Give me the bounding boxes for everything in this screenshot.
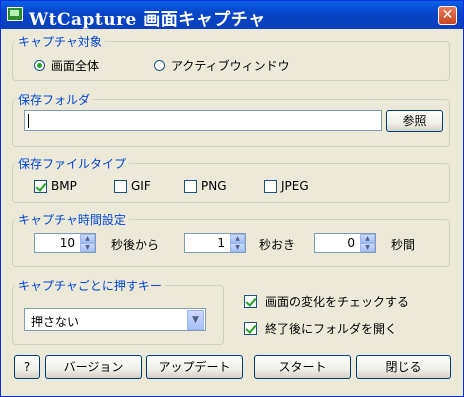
gif-checkbox[interactable]: GIF bbox=[114, 179, 151, 193]
delay-label: 秒後から bbox=[111, 238, 160, 252]
window-title: WtCapture 画面キャプチャ bbox=[29, 10, 266, 30]
title-bar[interactable]: WtCapture 画面キャプチャ ✕ bbox=[1, 1, 463, 30]
delay-spinner[interactable]: 10 ▲ ▼ bbox=[34, 233, 96, 253]
start-button[interactable]: スタート bbox=[254, 355, 351, 379]
spin-up-icon[interactable]: ▲ bbox=[360, 234, 375, 243]
duration-spinner[interactable]: 0 ▲ ▼ bbox=[314, 233, 376, 253]
radio-selected-icon bbox=[34, 60, 45, 71]
fullscreen-radio[interactable]: 画面全体 bbox=[34, 57, 99, 74]
active-window-label: アクティブウィンドウ bbox=[171, 59, 290, 73]
spin-up-icon[interactable]: ▲ bbox=[80, 234, 95, 243]
file-type-group: 保存ファイルタイプ bbox=[12, 155, 450, 203]
radio-unselected-icon bbox=[154, 60, 165, 71]
app-icon bbox=[7, 7, 23, 21]
checkbox-unchecked-icon bbox=[264, 179, 277, 193]
version-button[interactable]: バージョン bbox=[45, 355, 142, 379]
spin-down-icon[interactable]: ▼ bbox=[230, 243, 245, 252]
help-button[interactable]: ? bbox=[14, 355, 40, 379]
spin-down-icon[interactable]: ▼ bbox=[360, 243, 375, 252]
checkbox-unchecked-icon bbox=[184, 179, 197, 193]
check-changes-checkbox[interactable]: 画面の変化をチェックする bbox=[244, 293, 409, 310]
save-folder-legend: 保存フォルダ bbox=[18, 93, 91, 107]
duration-label: 秒間 bbox=[391, 238, 416, 252]
capture-key-value: 押さない bbox=[31, 315, 80, 329]
capture-key-legend: キャプチャごとに押すキー bbox=[18, 279, 162, 293]
active-window-radio[interactable]: アクティブウィンドウ bbox=[154, 57, 290, 74]
folder-path-input[interactable] bbox=[24, 110, 382, 131]
interval-label: 秒おき bbox=[259, 238, 296, 252]
chevron-down-icon[interactable]: ▼ bbox=[187, 310, 204, 330]
close-button[interactable]: 閉じる bbox=[356, 355, 451, 379]
close-window-button[interactable]: ✕ bbox=[438, 6, 457, 25]
interval-spinner[interactable]: 1 ▲ ▼ bbox=[184, 233, 246, 253]
checkbox-unchecked-icon bbox=[114, 179, 127, 193]
main-window: WtCapture 画面キャプチャ ✕ キャプチャ対象 画面全体 アクティブウィ… bbox=[0, 0, 464, 397]
jpeg-checkbox[interactable]: JPEG bbox=[264, 179, 309, 193]
open-folder-label: 終了後にフォルダを開く bbox=[265, 322, 398, 336]
checkbox-checked-icon bbox=[34, 179, 47, 193]
file-type-legend: 保存ファイルタイプ bbox=[18, 157, 127, 171]
open-folder-checkbox[interactable]: 終了後にフォルダを開く bbox=[244, 320, 397, 337]
png-checkbox[interactable]: PNG bbox=[184, 179, 227, 193]
jpeg-label: JPEG bbox=[281, 179, 309, 193]
bmp-checkbox[interactable]: BMP bbox=[34, 179, 77, 193]
spin-up-icon[interactable]: ▲ bbox=[230, 234, 245, 243]
checkbox-checked-icon bbox=[244, 295, 257, 308]
capture-timing-legend: キャプチャ時間設定 bbox=[18, 213, 126, 227]
spin-down-icon[interactable]: ▼ bbox=[80, 243, 95, 252]
browse-button[interactable]: 参照 bbox=[386, 110, 443, 132]
capture-target-legend: キャプチャ対象 bbox=[18, 35, 102, 49]
png-label: PNG bbox=[201, 179, 227, 193]
gif-label: GIF bbox=[131, 179, 151, 193]
bmp-label: BMP bbox=[51, 179, 77, 193]
fullscreen-label: 画面全体 bbox=[51, 59, 100, 73]
text-caret bbox=[28, 114, 29, 128]
checkbox-checked-icon bbox=[244, 322, 257, 335]
capture-key-select[interactable]: 押さない ▼ bbox=[24, 308, 206, 331]
check-changes-label: 画面の変化をチェックする bbox=[265, 295, 410, 309]
update-button[interactable]: アップデート bbox=[146, 355, 243, 379]
